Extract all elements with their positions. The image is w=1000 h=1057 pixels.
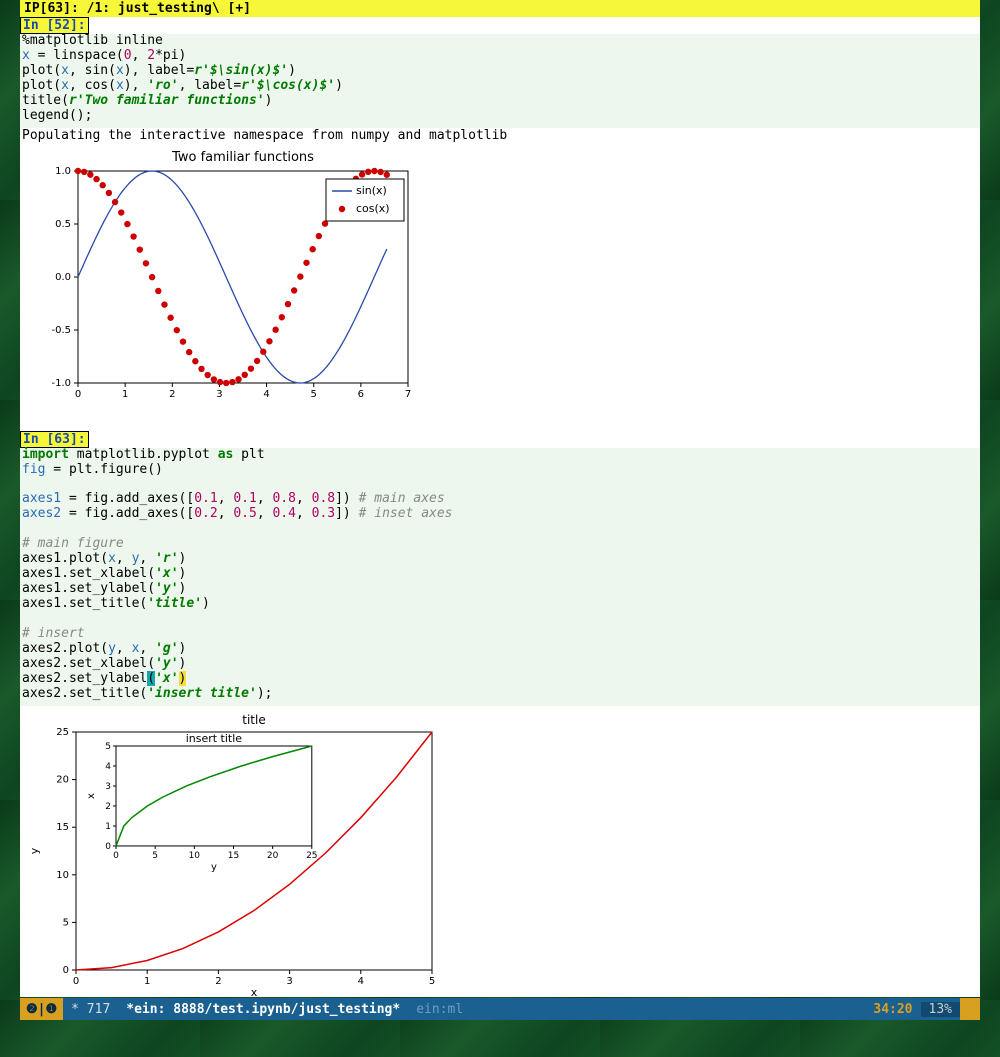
cell-2[interactable]: In [63]: import matplotlib.pyplot as plt… (20, 431, 980, 997)
svg-text:5: 5 (152, 851, 158, 861)
tab-bar[interactable]: IP[63]: /1: just_testing\ [+] (20, 0, 980, 17)
svg-text:15: 15 (228, 851, 239, 861)
svg-text:5: 5 (311, 389, 317, 400)
svg-text:20: 20 (267, 851, 279, 861)
cell-2-prompt: In [63]: (20, 431, 89, 448)
svg-text:5: 5 (105, 742, 111, 752)
svg-text:y: y (28, 847, 41, 854)
svg-text:1.0: 1.0 (55, 166, 71, 177)
svg-text:3: 3 (105, 782, 111, 792)
major-mode: ein:ml (408, 1002, 471, 1017)
svg-text:0.5: 0.5 (55, 219, 71, 230)
cell-1-prompt: In [52]: (20, 17, 89, 34)
svg-text:sin(x): sin(x) (356, 184, 387, 197)
svg-text:7: 7 (405, 389, 411, 400)
svg-text:cos(x): cos(x) (356, 202, 390, 215)
svg-text:10: 10 (189, 851, 201, 861)
svg-text:Two familiar functions: Two familiar functions (171, 150, 314, 165)
svg-text:y: y (211, 862, 217, 873)
svg-text:3: 3 (286, 976, 292, 987)
svg-text:25: 25 (56, 727, 69, 738)
svg-text:x: x (251, 986, 258, 997)
svg-text:5: 5 (429, 976, 435, 987)
svg-text:2: 2 (215, 976, 221, 987)
svg-text:0: 0 (75, 389, 81, 400)
cell-2-code[interactable]: import matplotlib.pyplot as plt fig = pl… (20, 448, 980, 706)
svg-text:2: 2 (105, 802, 111, 812)
editor-window[interactable]: IP[63]: /1: just_testing\ [+] In [52]: %… (20, 0, 980, 997)
scroll-percent: 13% (921, 1002, 960, 1017)
svg-text:4: 4 (263, 389, 269, 400)
svg-text:x: x (86, 793, 97, 799)
svg-text:-1.0: -1.0 (51, 378, 71, 389)
svg-text:insert title: insert title (186, 732, 243, 745)
svg-text:0: 0 (105, 842, 111, 852)
svg-text:5: 5 (63, 917, 69, 928)
cell-1-chart: 0 1 2 3 4 5 6 7 -1.0 -0.5 0.0 0.5 1.0 Two familiar fu… (20, 143, 980, 413)
svg-text:20: 20 (56, 774, 69, 785)
svg-text:3: 3 (216, 389, 222, 400)
svg-text:4: 4 (358, 976, 364, 987)
svg-text:1: 1 (105, 822, 111, 832)
chart-title-with-inset: 0 1 2 3 4 5 0 5 10 15 20 25 title x y 0 5 10 15 20 25 0 1 2 3 4 5 i… (24, 710, 444, 997)
svg-text:0.0: 0.0 (55, 272, 71, 283)
modified-indicator: * 717 (63, 1002, 118, 1017)
svg-text:4: 4 (105, 762, 111, 772)
window-number-badge: ❷|❶ (20, 998, 63, 1020)
cursor-position: 34:20 (865, 1002, 920, 1017)
svg-text:0: 0 (63, 965, 69, 976)
svg-text:0: 0 (73, 976, 79, 987)
svg-text:-0.5: -0.5 (51, 325, 71, 336)
svg-text:2: 2 (169, 389, 175, 400)
cell-1[interactable]: In [52]: %matplotlib inline x = linspace… (20, 17, 980, 413)
svg-text:1: 1 (122, 389, 128, 400)
cell-1-output-text: Populating the interactive namespace fro… (20, 128, 980, 143)
svg-text:6: 6 (358, 389, 364, 400)
buffer-name: *ein: 8888/test.ipynb/just_testing* (118, 1002, 408, 1017)
svg-text:0: 0 (113, 851, 119, 861)
modeline-endcap (960, 998, 980, 1020)
svg-text:10: 10 (56, 869, 69, 880)
svg-text:1: 1 (144, 976, 150, 987)
svg-text:title: title (242, 713, 265, 727)
cell-2-chart: 0 1 2 3 4 5 0 5 10 15 20 25 title x y 0 5 10 15 20 25 0 1 2 3 4 5 i… (20, 706, 980, 997)
chart-two-familiar-functions: 0 1 2 3 4 5 6 7 -1.0 -0.5 0.0 0.5 1.0 Two familiar fu… (30, 147, 420, 407)
svg-text:15: 15 (56, 822, 69, 833)
modeline: ❷|❶ * 717 *ein: 8888/test.ipynb/just_tes… (20, 998, 980, 1020)
cell-1-code[interactable]: %matplotlib inline x = linspace(0, 2*pi)… (20, 34, 980, 128)
svg-text:25: 25 (306, 851, 317, 861)
